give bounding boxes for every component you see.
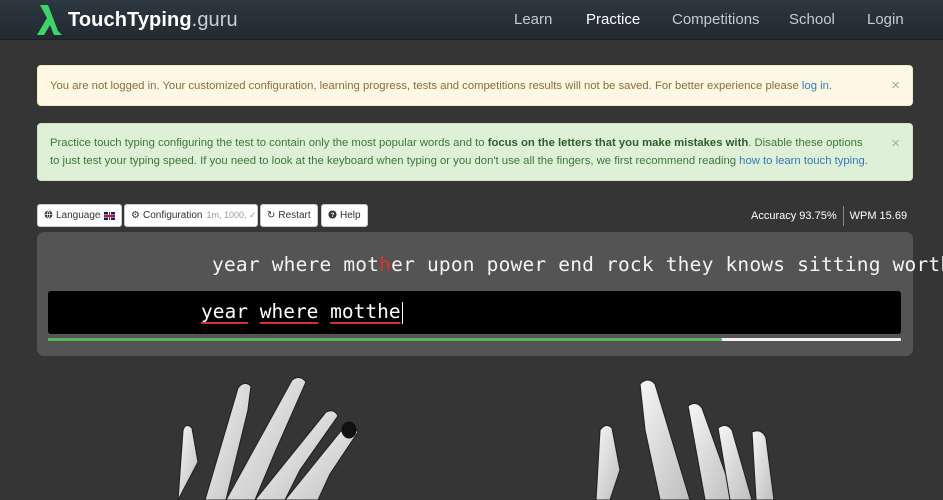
learn-touch-typing-link[interactable]: how to learn touch typing [739, 155, 865, 167]
close-icon[interactable]: × [891, 78, 900, 93]
warning-text: You are not logged in. Your customized c… [50, 80, 802, 92]
globe-icon [44, 209, 53, 222]
wpm-stat: WPM 15.69 [849, 209, 908, 222]
language-button[interactable]: Language [37, 204, 122, 227]
login-link[interactable]: log in [802, 80, 829, 92]
typing-hands-illustration [177, 376, 775, 500]
target-text: year where mother upon power end rock th… [212, 253, 943, 276]
progress-bar [48, 338, 901, 341]
target-error-char: h [379, 253, 392, 276]
language-label: Language [56, 210, 101, 221]
text-caret [401, 301, 403, 324]
nav-login[interactable]: Login [867, 11, 904, 28]
nav-practice[interactable]: Practice [586, 11, 640, 28]
close-icon[interactable]: × [891, 136, 900, 151]
typing-panel: year where mother upon power end rock th… [37, 232, 943, 356]
typed-word: where [259, 300, 319, 323]
key-marker-icon [341, 421, 357, 439]
typing-input[interactable]: year where motthe [48, 291, 901, 334]
nav-learn[interactable]: Learn [514, 11, 552, 28]
top-navbar: TouchTyping.guru Learn Practice Competit… [0, 0, 943, 40]
login-warning-alert: You are not logged in. Your customized c… [37, 65, 913, 106]
configuration-label: Configuration [142, 210, 203, 221]
accuracy-stat: Accuracy 93.75% [751, 209, 837, 222]
refresh-icon: ↻ [267, 210, 276, 221]
target-text-done: year where mot [212, 253, 380, 276]
info-text-1: Practice touch typing configuring the te… [50, 137, 488, 149]
warning-tail: . [828, 80, 833, 92]
help-label: Help [340, 210, 361, 221]
help-button[interactable]: ? Help [321, 204, 368, 227]
typed-word: motthe [330, 300, 401, 323]
practice-info-alert: Practice touch typing configuring the te… [37, 123, 913, 181]
uk-flag-icon [103, 211, 115, 220]
typed-word: year [201, 300, 248, 323]
nav-competitions[interactable]: Competitions [672, 11, 760, 28]
info-bold-text: focus on the letters that you make mista… [487, 137, 749, 149]
brand-name: TouchTyping.guru [68, 8, 238, 31]
restart-label: Restart [278, 210, 311, 221]
logo-icon [37, 5, 62, 35]
brand-logo[interactable]: TouchTyping.guru [36, 2, 238, 38]
typed-text: year where motthe [201, 300, 403, 324]
configuration-hint: 1m, 1000, ✓ [206, 210, 257, 220]
svg-text:?: ? [331, 212, 335, 219]
restart-button[interactable]: ↻ Restart [260, 204, 318, 227]
configuration-button[interactable]: ⚙ Configuration 1m, 1000, ✓ [124, 204, 258, 227]
stats-bar: Accuracy 93.75% WPM 15.69 [751, 205, 907, 226]
stats-divider [842, 205, 844, 226]
target-text-remaining: er upon power end rock they knows sittin… [391, 253, 943, 276]
info-tail: . [864, 155, 868, 167]
nav-school[interactable]: School [789, 11, 835, 28]
progress-fill [48, 338, 722, 341]
question-icon: ? [328, 209, 337, 222]
gear-icon: ⚙ [131, 210, 140, 221]
